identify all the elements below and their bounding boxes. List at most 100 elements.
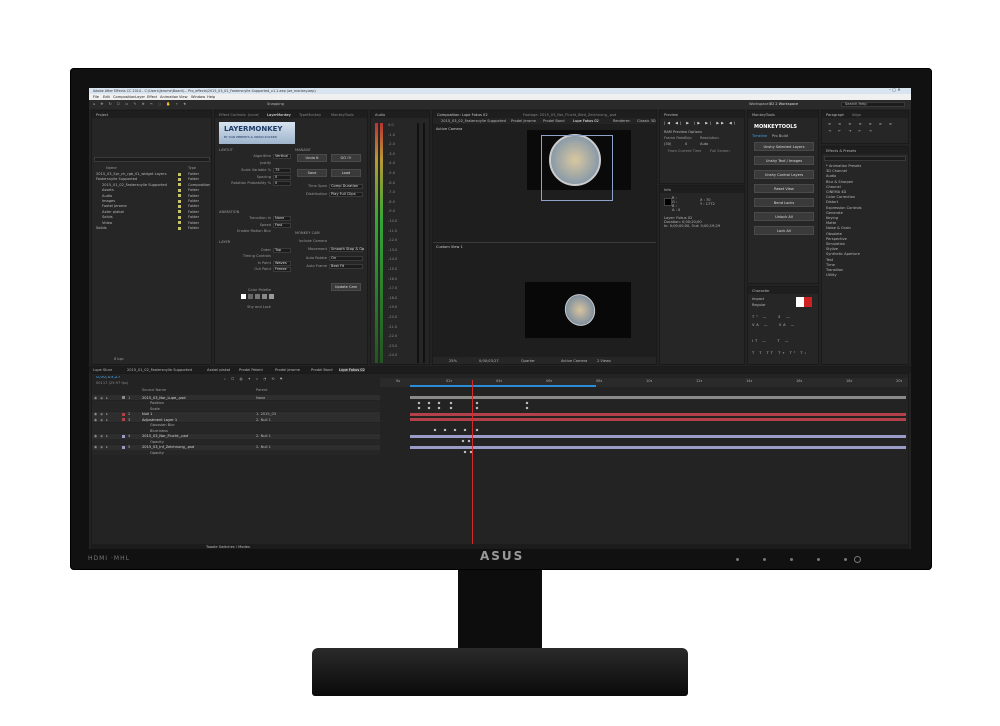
layer-label-color[interactable] xyxy=(122,412,125,416)
timeline-tab[interactable]: 2015_01_02_Fastersnylie Supported xyxy=(127,368,192,372)
keyframe[interactable] xyxy=(449,406,453,410)
effects-category[interactable]: CINEMA 4D xyxy=(826,190,846,194)
layer-duration-bar[interactable] xyxy=(410,445,906,449)
keyframe[interactable] xyxy=(475,401,479,404)
paragraph-indent-icons[interactable]: ⇥ ⇤ ⇥ ⇤ ⇥ xyxy=(828,129,875,133)
tab-monkeytools[interactable]: MonkeyTools xyxy=(331,113,354,117)
layer-label-color[interactable] xyxy=(122,396,125,399)
monitor-button[interactable] xyxy=(844,558,847,561)
color-palette-swatches[interactable] xyxy=(241,294,285,300)
project-search[interactable] xyxy=(94,157,210,162)
project-item-name[interactable]: Axter plakat xyxy=(102,210,124,214)
timeline-tab[interactable]: Prodel Jerome xyxy=(275,368,300,372)
table-row[interactable] xyxy=(92,411,380,417)
effects-category[interactable]: Color Correction xyxy=(826,195,855,199)
layer-switches[interactable]: ◉ ◈ ▸ xyxy=(94,445,109,449)
layer-bounds[interactable] xyxy=(541,135,613,201)
monkeytools-button[interactable]: Unshy Selected Layers xyxy=(754,142,814,151)
col-source-name[interactable]: Source Name xyxy=(142,388,166,392)
table-row[interactable] xyxy=(92,400,380,406)
col-parent[interactable]: Parent xyxy=(256,388,268,392)
layer-duration-bar[interactable] xyxy=(410,412,906,416)
menu-animation[interactable]: Animation xyxy=(160,95,178,99)
keyframe[interactable] xyxy=(417,401,421,404)
layer-label-color[interactable] xyxy=(122,418,125,421)
layer-property[interactable]: Gaussian Blur xyxy=(150,423,175,427)
layer-parent[interactable]: 1. 2015_03 xyxy=(256,412,276,416)
frame-rate-value[interactable]: (30) xyxy=(664,142,671,146)
layer-duration-bar[interactable] xyxy=(410,418,906,421)
layer-property[interactable]: Opacity xyxy=(150,451,164,455)
effects-category[interactable]: Channel xyxy=(826,185,841,189)
table-row[interactable] xyxy=(92,444,380,450)
playhead[interactable] xyxy=(472,380,473,548)
subtab-3[interactable]: Prodel Band xyxy=(543,119,565,123)
project-col-name[interactable]: Name xyxy=(106,166,117,170)
layer-name[interactable]: 2015_03_Inf_Zeichnung_.psd xyxy=(142,445,194,449)
table-row[interactable] xyxy=(92,439,380,444)
tool-icons[interactable]: ⌂ ✥ ↻ ⎔ ▭ ✎ ⊕ ✂ ◌ ✋ ⌖ ★ xyxy=(93,102,188,106)
layer-name[interactable]: Adjustment Layer 1 xyxy=(142,418,177,422)
power-button[interactable] xyxy=(854,556,861,563)
menu-effect[interactable]: Effect xyxy=(147,95,157,99)
effects-category[interactable]: Distort xyxy=(826,200,838,204)
layer-parent[interactable]: 2. Null 1 xyxy=(256,434,271,438)
keyframe[interactable] xyxy=(525,406,529,410)
tab-typemonkey[interactable]: TypeMonkey xyxy=(299,113,321,117)
viewer-timecode[interactable]: 0;00;03;27 xyxy=(479,359,499,363)
layer-name[interactable]: Null 1 xyxy=(142,412,152,416)
monkeytools-button[interactable]: Bend Locks xyxy=(754,198,814,207)
effects-category[interactable]: Keying xyxy=(826,216,838,220)
layer-switches[interactable]: ◉ ◈ ▸ xyxy=(94,418,109,422)
project-item-name[interactable]: 2015_01_02_Fastersnylie Supported xyxy=(102,183,167,187)
project-item-name[interactable]: Assets xyxy=(102,188,114,192)
table-row[interactable] xyxy=(92,395,380,400)
layer-property[interactable]: Scale xyxy=(150,407,160,411)
layer-label-color[interactable] xyxy=(122,445,125,449)
timeline-switch-icons[interactable]: ⌕ ☐ ◍ ✦ ⌗ ◔ ⟲ ⚑ xyxy=(224,377,285,381)
paragraph-tab[interactable]: Paragraph xyxy=(826,113,844,117)
table-row[interactable] xyxy=(92,450,380,455)
renderer-value[interactable]: Classic 3D xyxy=(637,119,656,123)
subtab-4[interactable]: Lupe Fokus 02 xyxy=(573,119,599,123)
layer-name[interactable]: 2015_03_Nor_Lupe_.psd xyxy=(142,396,186,400)
effects-category[interactable]: * Animation Presets xyxy=(826,164,861,168)
go-button[interactable]: GO !!! xyxy=(331,154,361,162)
timeline-tab[interactable]: Axstel plakat xyxy=(207,368,230,372)
project-item-name[interactable]: Images xyxy=(102,199,115,203)
timeline-tab[interactable]: Prodel Band xyxy=(311,368,333,372)
project-item-name[interactable]: Solids xyxy=(96,226,107,230)
monitor-button[interactable] xyxy=(763,558,766,561)
layer-property[interactable]: Blurriness xyxy=(150,429,168,433)
layer-duration-bar[interactable] xyxy=(410,396,906,399)
layer-property[interactable]: Opacity xyxy=(150,440,164,444)
monkeytools-button[interactable]: Lock All xyxy=(754,226,814,235)
keyframe[interactable] xyxy=(427,406,431,410)
keyframe[interactable] xyxy=(461,439,465,443)
effects-category[interactable]: Utility xyxy=(826,273,837,277)
tab-effect-controls[interactable]: Effect Controls: (none) xyxy=(219,113,259,117)
style-select[interactable]: Regular xyxy=(752,303,766,307)
menu-edit[interactable]: Edit xyxy=(103,95,110,99)
window-controls[interactable]: – ▢ ✕ xyxy=(889,88,901,92)
keyframe[interactable] xyxy=(475,406,479,410)
effects-category[interactable]: Noise & Grain xyxy=(826,226,851,230)
effects-category[interactable]: Obsolete xyxy=(826,232,842,236)
monkeytools-button[interactable]: Unshy Control Layers xyxy=(754,170,814,179)
character-tab[interactable]: Character xyxy=(752,289,770,293)
save-button[interactable]: Save xyxy=(297,169,327,177)
align-tab[interactable]: Align xyxy=(852,113,861,117)
effects-category[interactable]: 3D Channel xyxy=(826,169,847,173)
keyframe[interactable] xyxy=(525,401,529,404)
bpc-label[interactable]: 8 bpc xyxy=(114,357,124,361)
skip-value[interactable]: 0 xyxy=(685,142,687,146)
monkeytools-button[interactable]: Unshy Text / Images xyxy=(754,156,814,165)
undo-it-button[interactable]: Undo It xyxy=(297,154,327,162)
work-area-bar[interactable] xyxy=(410,385,596,387)
effects-category[interactable]: Generate xyxy=(826,211,843,215)
timeline-tab[interactable]: Prodel Patent xyxy=(239,368,263,372)
table-row[interactable] xyxy=(92,433,380,439)
layer-property[interactable]: Position xyxy=(150,401,164,405)
scale-row[interactable]: IT — T — xyxy=(752,339,790,343)
monkeytools-tab-probuild[interactable]: Pro Build xyxy=(772,134,788,138)
